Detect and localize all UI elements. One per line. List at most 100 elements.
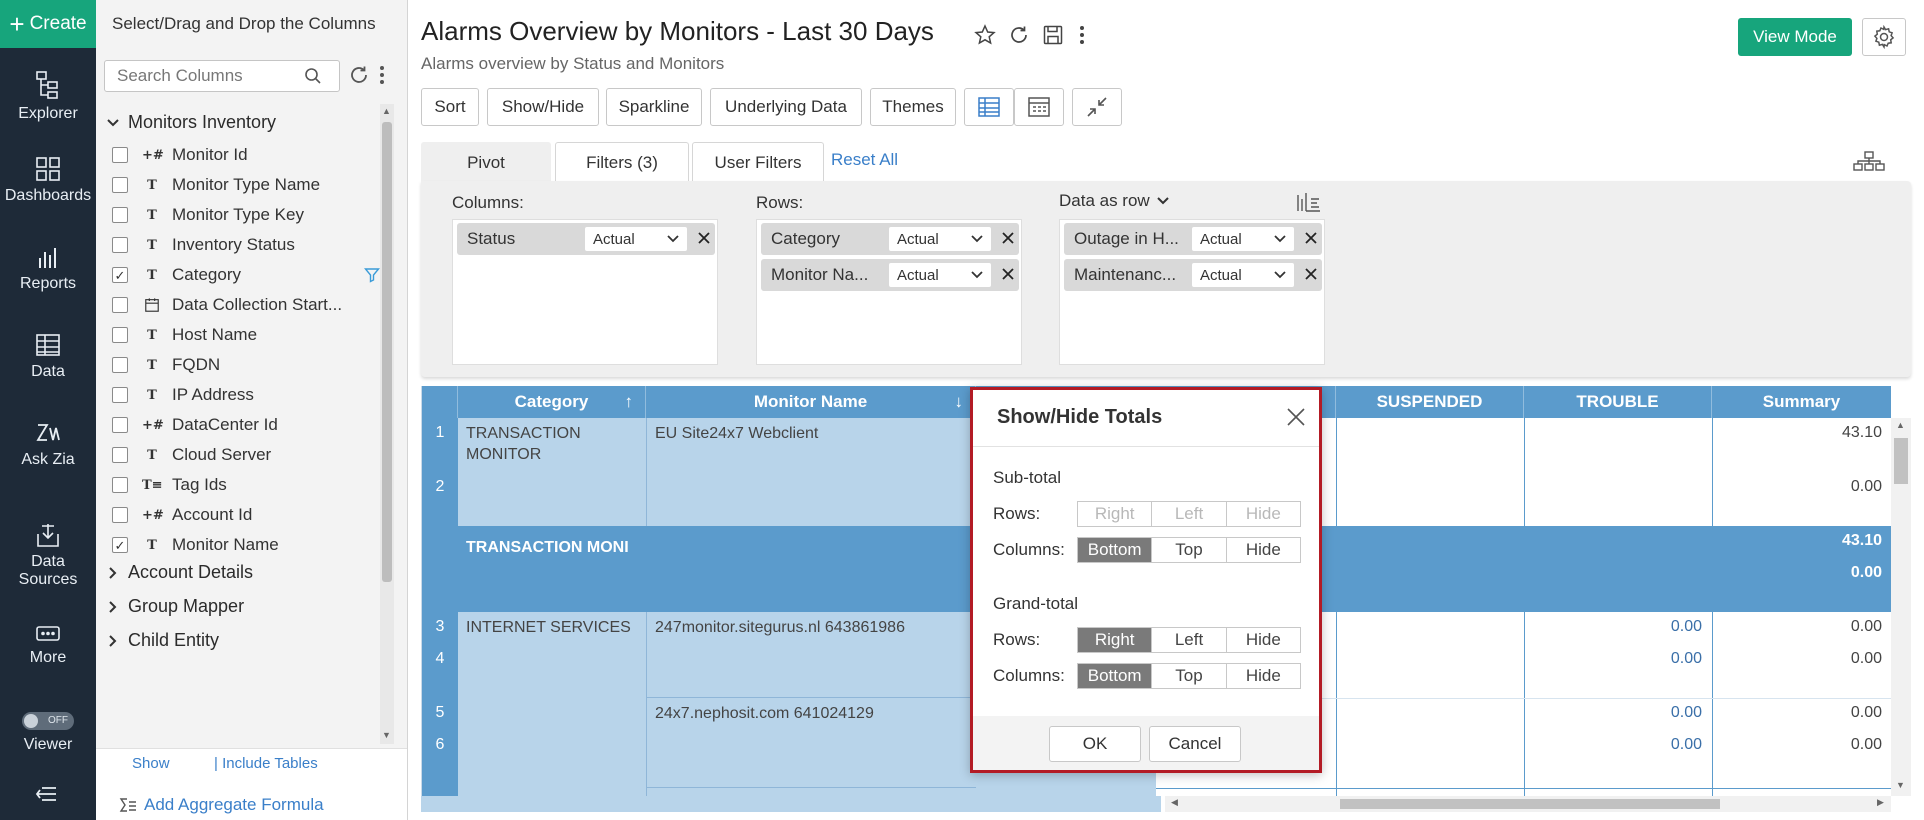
row-chip-monitor-name[interactable]: Monitor Na... Actual [761, 259, 1019, 291]
checkbox[interactable] [112, 417, 128, 433]
column-item[interactable]: ✓ T Category [112, 260, 380, 290]
checkbox[interactable] [112, 357, 128, 373]
tab-pivot[interactable]: Pivot [421, 142, 551, 182]
checkbox[interactable] [112, 477, 128, 493]
tab-filters[interactable]: Filters (3) [555, 142, 689, 182]
checkbox-checked[interactable]: ✓ [112, 537, 128, 553]
data-chip-outage[interactable]: Outage in H... Actual [1064, 223, 1322, 255]
close-icon[interactable] [999, 229, 1017, 247]
aggregation-select[interactable]: Actual [1192, 263, 1294, 287]
header-suspended[interactable]: SUSPENDED [1336, 386, 1524, 418]
scroll-up-icon[interactable]: ▲ [1896, 420, 1905, 430]
ok-button[interactable]: OK [1049, 726, 1141, 762]
header-monitor-name[interactable]: Monitor Name ↓ [646, 386, 976, 418]
more-options-icon[interactable] [1078, 24, 1086, 46]
column-item[interactable]: T Host Name [112, 320, 380, 350]
checkbox[interactable] [112, 327, 128, 343]
scroll-right-icon[interactable]: ▶ [1877, 797, 1884, 808]
header-category[interactable]: Category ↑ [458, 386, 646, 418]
star-icon[interactable] [974, 24, 996, 46]
scrollbar-thumb[interactable] [1894, 438, 1908, 484]
nav-more[interactable]: More [0, 624, 96, 667]
monitor-cell[interactable]: 247monitor.sitegurus.nl 643861986 [646, 612, 976, 698]
close-icon[interactable] [1285, 406, 1307, 428]
scrollbar-thumb[interactable] [1340, 799, 1720, 809]
column-item[interactable]: ✓ T Monitor Name [112, 530, 380, 560]
add-aggregate-formula-link[interactable]: Add Aggregate Formula [118, 795, 324, 815]
grid-vertical-scrollbar[interactable]: ▲ ▼ [1891, 418, 1911, 796]
column-item[interactable]: T IP Address [112, 380, 380, 410]
include-tables-link[interactable]: | Include Tables [214, 755, 318, 772]
monitor-cell[interactable]: EU Site24x7 Webclient [646, 418, 976, 526]
nav-data[interactable]: Data [0, 332, 96, 381]
pivot-view-button[interactable] [964, 88, 1014, 126]
checkbox[interactable] [112, 507, 128, 523]
show-link[interactable]: Show [132, 755, 170, 772]
columns-scrollbar[interactable]: ▲ ▼ [380, 104, 394, 744]
scroll-left-icon[interactable]: ◀ [1171, 797, 1178, 808]
column-item[interactable]: +# DataCenter Id [112, 410, 380, 440]
column-item[interactable]: Data Collection Start... [112, 290, 380, 320]
hierarchy-icon[interactable] [1852, 150, 1886, 172]
sort-desc-icon[interactable]: ↓ [955, 392, 964, 412]
column-item[interactable]: T Monitor Type Key [112, 200, 380, 230]
header-summary[interactable]: Summary [1712, 386, 1891, 418]
option-hide[interactable]: Hide [1227, 628, 1300, 652]
sort-button[interactable]: Sort [421, 88, 479, 126]
refresh-icon[interactable] [348, 64, 370, 86]
checkbox[interactable] [112, 177, 128, 193]
nav-ask-zia[interactable]: Ask Zia [0, 420, 96, 469]
columns-drop-zone[interactable]: Status Actual [452, 219, 718, 365]
checkbox[interactable] [112, 387, 128, 403]
cancel-button[interactable]: Cancel [1149, 726, 1241, 762]
tab-user-filters[interactable]: User Filters [692, 142, 824, 182]
settings-button[interactable] [1862, 18, 1906, 56]
viewer-toggle[interactable]: OFF Viewer [0, 712, 96, 754]
option-bottom[interactable]: Bottom [1078, 538, 1153, 562]
option-top[interactable]: Top [1152, 664, 1227, 688]
option-right[interactable]: Right [1078, 628, 1153, 652]
refresh-icon[interactable] [1008, 24, 1030, 46]
monitor-cell[interactable] [646, 788, 976, 796]
monitor-cell[interactable]: 24x7.nephosit.com 641024129 [646, 698, 976, 788]
data-chip-maintenance[interactable]: Maintenanc... Actual [1064, 259, 1322, 291]
option-bottom[interactable]: Bottom [1078, 664, 1153, 688]
search-icon[interactable] [304, 67, 322, 85]
category-cell[interactable]: INTERNET SERVICES [458, 612, 646, 796]
more-options-icon[interactable] [378, 64, 386, 86]
data-drop-zone[interactable]: Outage in H... Actual Maintenanc... Actu… [1059, 219, 1325, 365]
option-top[interactable]: Top [1152, 538, 1227, 562]
checkbox[interactable] [112, 147, 128, 163]
aggregation-select[interactable]: Actual [585, 227, 687, 251]
scroll-down-icon[interactable]: ▼ [1896, 780, 1905, 790]
themes-button[interactable]: Themes [870, 88, 956, 126]
reset-all-link[interactable]: Reset All [831, 150, 898, 170]
column-item[interactable]: T Inventory Status [112, 230, 380, 260]
compact-view-button[interactable] [1072, 88, 1122, 126]
column-item[interactable]: T Cloud Server [112, 440, 380, 470]
column-item[interactable]: T Monitor Type Name [112, 170, 380, 200]
group-account-details[interactable]: Account Details [106, 562, 253, 583]
option-hide[interactable]: Hide [1227, 664, 1300, 688]
aggregation-select[interactable]: Actual [1192, 227, 1294, 251]
sparkline-button[interactable]: Sparkline [606, 88, 702, 126]
view-mode-button[interactable]: View Mode [1738, 18, 1852, 56]
column-item[interactable]: +# Monitor Id [112, 140, 380, 170]
aggregation-select[interactable]: Actual [889, 227, 991, 251]
group-group-mapper[interactable]: Group Mapper [106, 596, 244, 617]
header-trouble[interactable]: TROUBLE [1524, 386, 1712, 418]
option-left[interactable]: Left [1152, 628, 1227, 652]
close-icon[interactable] [1302, 229, 1320, 247]
close-icon[interactable] [1302, 265, 1320, 283]
create-button[interactable]: + Create [0, 0, 96, 48]
close-icon[interactable] [999, 265, 1017, 283]
scrollbar-thumb[interactable] [382, 122, 392, 582]
data-as-row-dropdown[interactable]: Data as row [1059, 191, 1170, 211]
column-chip-status[interactable]: Status Actual [457, 223, 715, 255]
aggregation-select[interactable]: Actual [889, 263, 991, 287]
checkbox-checked[interactable]: ✓ [112, 267, 128, 283]
checkbox[interactable] [112, 237, 128, 253]
show-hide-button[interactable]: Show/Hide [487, 88, 599, 126]
layout-options-icon[interactable] [1295, 191, 1323, 213]
category-cell[interactable]: TRANSACTION MONITOR [458, 418, 646, 526]
